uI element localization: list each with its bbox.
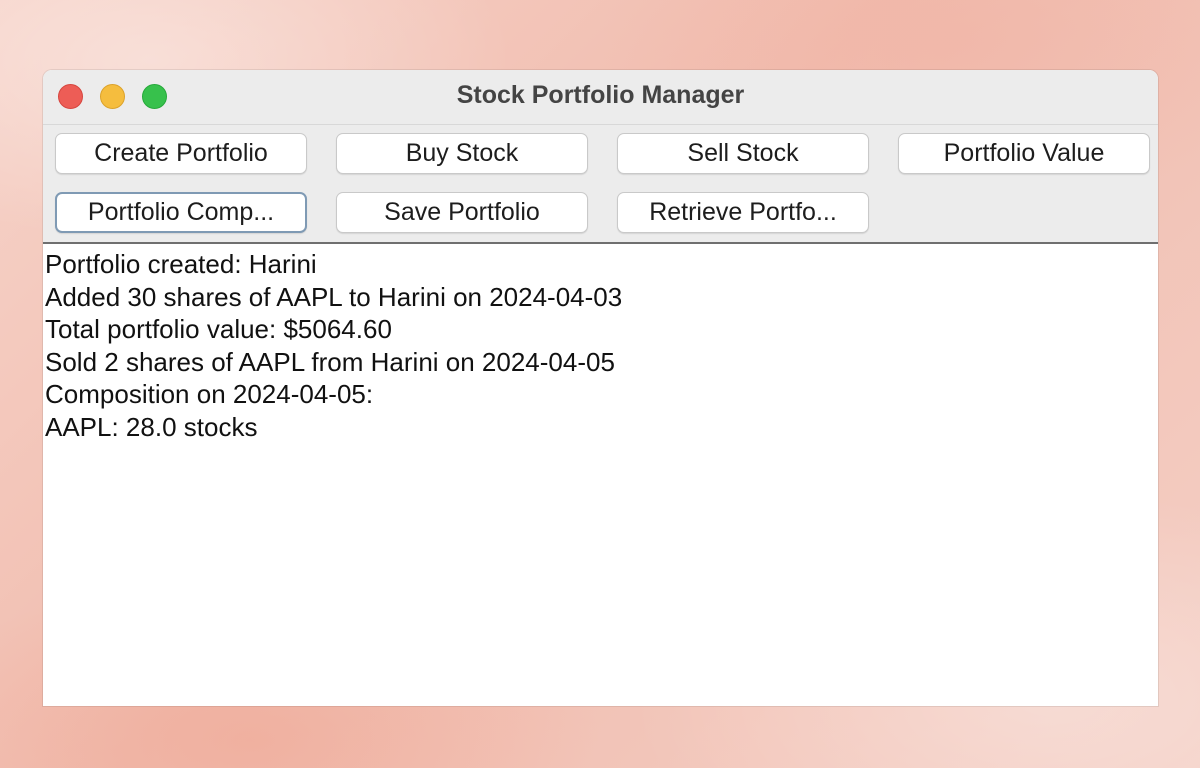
retrieve-portfolio-button[interactable]: Retrieve Portfo... <box>617 192 869 233</box>
action-toolbar: Create Portfolio Buy Stock Sell Stock Po… <box>43 125 1158 244</box>
output-line: Sold 2 shares of AAPL from Harini on 202… <box>45 346 615 377</box>
create-portfolio-button[interactable]: Create Portfolio <box>55 133 307 174</box>
output-text-area[interactable]: Portfolio created: Harini Added 30 share… <box>43 244 1158 706</box>
buy-stock-button[interactable]: Buy Stock <box>336 133 588 174</box>
window-title: Stock Portfolio Manager <box>456 81 745 109</box>
output-line: Added 30 shares of AAPL to Harini on 202… <box>45 281 623 312</box>
portfolio-value-button[interactable]: Portfolio Value <box>898 133 1150 174</box>
title-bar[interactable]: Stock Portfolio Manager <box>43 70 1158 125</box>
portfolio-composition-button[interactable]: Portfolio Comp... <box>55 192 307 233</box>
app-window: Stock Portfolio Manager Create Portfolio… <box>43 70 1158 706</box>
sell-stock-button[interactable]: Sell Stock <box>617 133 869 174</box>
output-line: Composition on 2024-04-05: <box>45 379 374 409</box>
output-line: AAPL: 28.0 stocks <box>45 411 258 442</box>
save-portfolio-button[interactable]: Save Portfolio <box>336 192 588 233</box>
output-line: Total portfolio value: $5064.60 <box>45 314 392 344</box>
output-line: Portfolio created: Harini <box>45 249 317 279</box>
